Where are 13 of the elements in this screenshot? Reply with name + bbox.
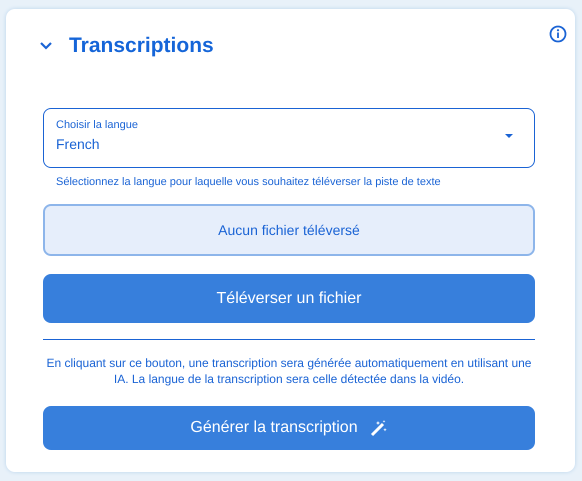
helper-text: Sélectionnez la langue pour laquelle vous souhaitez téléverser la piste de texte [55, 174, 442, 190]
upload-button[interactable]: Téléverser un fichier [43, 274, 535, 324]
generate-button[interactable]: Générer la transcription [43, 406, 535, 450]
magic-wand-icon [370, 419, 388, 438]
panel-title: Transcriptions [69, 33, 214, 58]
notice-text: En cliquant sur ce bouton, une transcription sera générée automatiquement en utilisant une IA. La langue de la transcription sera celle détectée dans la vidéo. [46, 355, 532, 388]
info-icon[interactable] [549, 25, 567, 43]
language-select[interactable]: Choisir la langue French [43, 108, 535, 168]
file-dropzone[interactable]: Aucun fichier téléversé [43, 204, 535, 256]
field-value: French [56, 134, 101, 154]
chevron-icon[interactable] [39, 40, 53, 51]
caret-icon [505, 134, 513, 138]
field-label: Choisir la langue [56, 118, 139, 134]
